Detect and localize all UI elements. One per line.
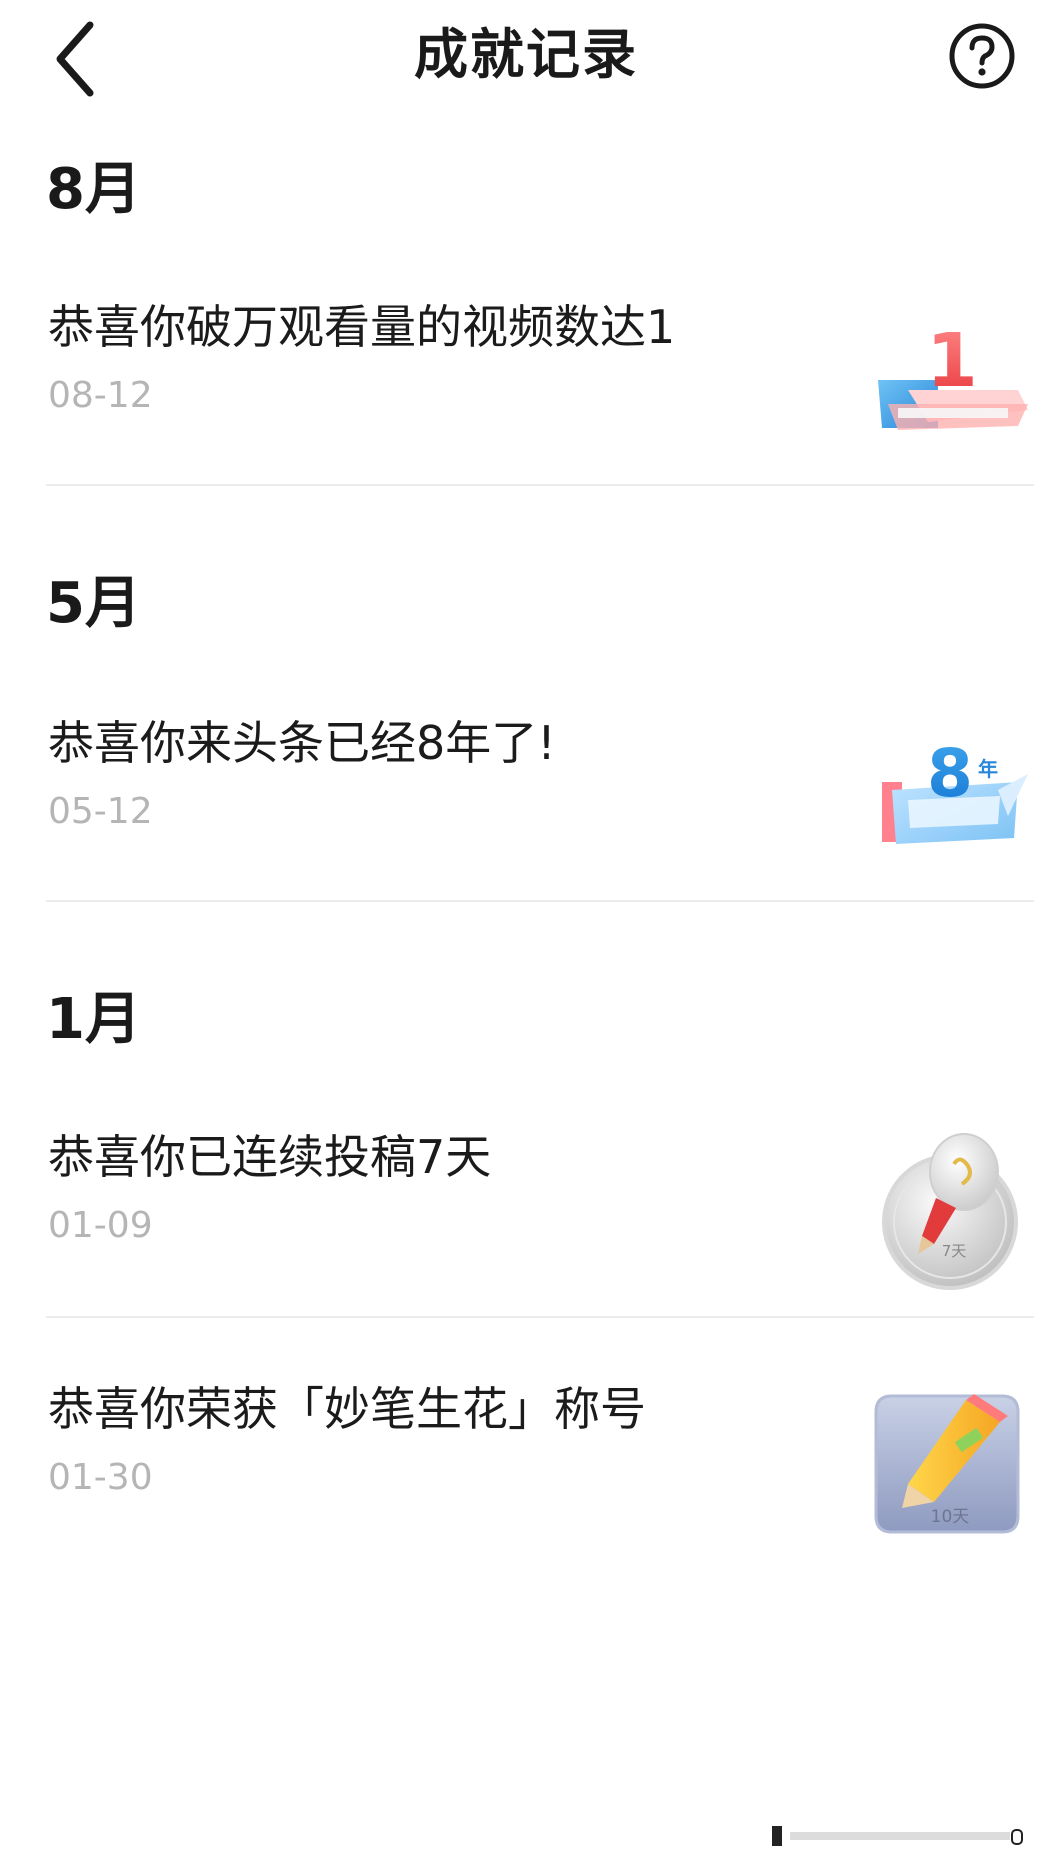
month-heading: 1月 (46, 987, 141, 1052)
top-bar: 成就记录 (0, 0, 1052, 116)
achievement-date: 08-12 (48, 375, 153, 416)
divider (46, 1316, 1034, 1318)
help-button[interactable] (946, 20, 1018, 92)
achievement-date: 05-12 (48, 791, 153, 832)
lightbulb-pen-medal-icon: 7天 (882, 1133, 1018, 1290)
achievement-date: 01-09 (48, 1205, 153, 1246)
achievement-title: 恭喜你荣获「妙笔生花」称号 (48, 1382, 646, 1436)
achievement-title: 恭喜你已连续投稿7天 (48, 1130, 492, 1184)
achievement-date: 01-30 (48, 1457, 153, 1498)
badge-suffix: 年 (978, 757, 998, 781)
badge-label: 7天 (942, 1242, 967, 1260)
achievement-title: 恭喜你破万观看量的视频数达1 (48, 300, 676, 354)
pencil-badge-icon: 10天 (874, 1394, 1020, 1534)
divider (46, 900, 1034, 902)
page-title: 成就记录 (414, 23, 638, 86)
achievement-item[interactable]: 恭喜你来头条已经8年了! 05-12 8 年 (0, 706, 1052, 896)
badge-number: 8 (927, 735, 973, 812)
eight-year-anniversary-icon: 8 年 (882, 735, 1028, 844)
number-one-book-icon: 1 (878, 318, 1028, 430)
month-heading: 8月 (46, 157, 141, 222)
achievement-title: 恭喜你来头条已经8年了! (48, 716, 556, 770)
divider (46, 484, 1034, 486)
achievement-item[interactable]: 恭喜你破万观看量的视频数达1 08-12 1 (0, 290, 1052, 480)
badge-number: 1 (926, 318, 978, 404)
help-circle-icon (949, 23, 1015, 89)
achievement-item[interactable]: 恭喜你已连续投稿7天 01-09 7天 (0, 1120, 1052, 1310)
month-heading: 5月 (46, 571, 141, 636)
home-indicator (772, 1826, 1023, 1846)
achievement-item[interactable]: 恭喜你荣获「妙笔生花」称号 01-30 10天 (0, 1372, 1052, 1572)
badge-label: 10天 (931, 1507, 970, 1527)
